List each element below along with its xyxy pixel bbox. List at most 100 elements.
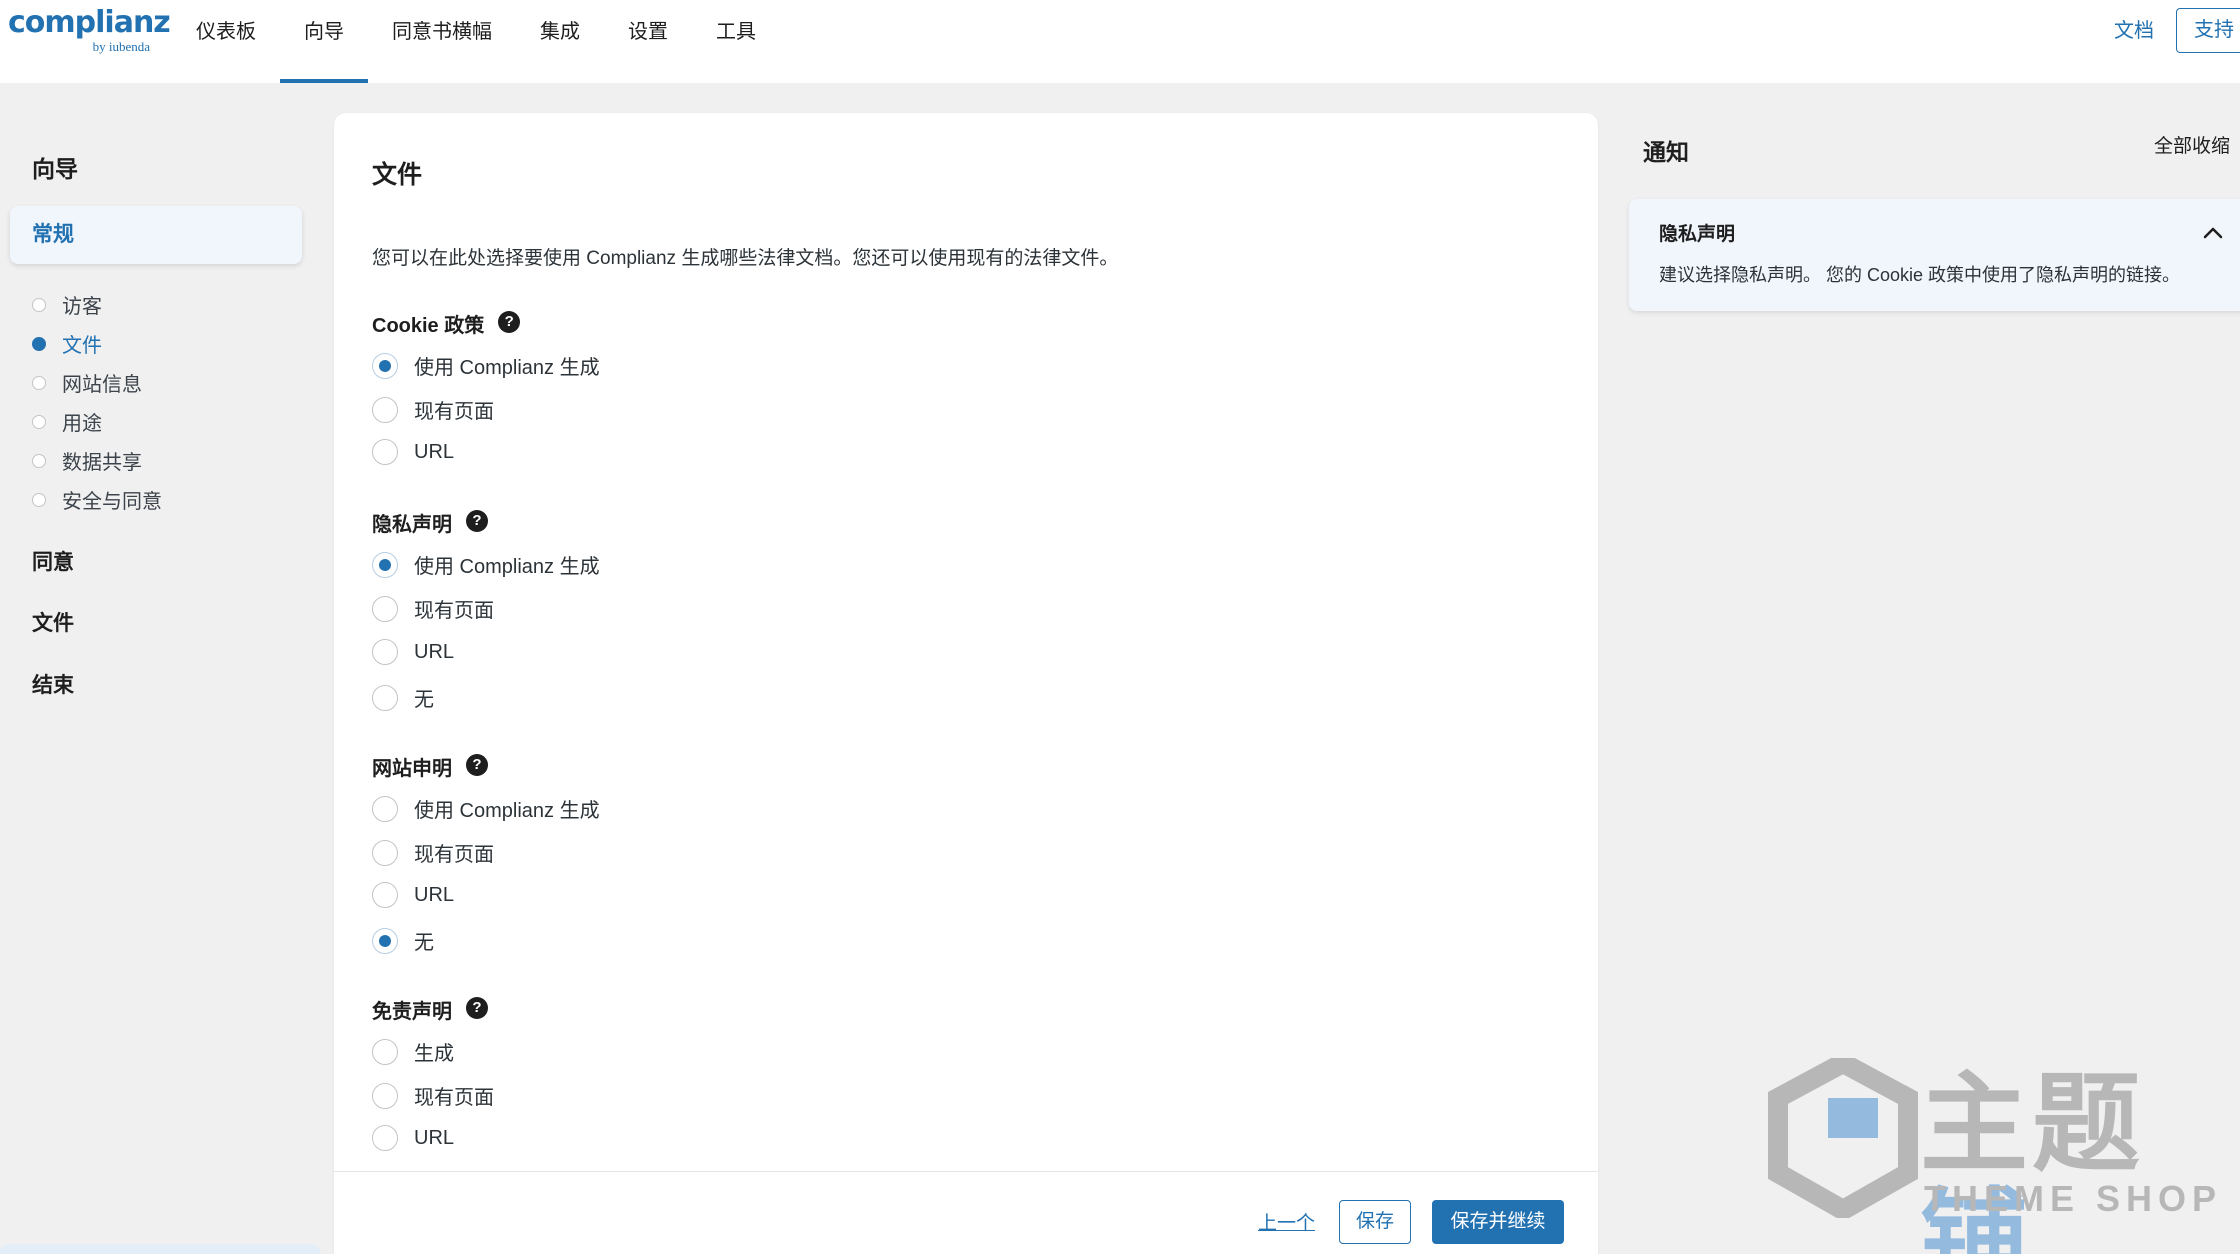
- radio-privacy-url[interactable]: URL: [372, 639, 454, 665]
- card-title: 文件: [372, 161, 423, 189]
- chevron-up-icon[interactable]: [2201, 221, 2225, 245]
- logo-subtext: by iubenda: [92, 39, 150, 54]
- top-bar: complianz by iubenda 仪表板 向导 同意书横幅 集成 设置 …: [0, 0, 2240, 83]
- step-label: 访客: [62, 296, 102, 318]
- notification-title: 隐私声明: [1659, 224, 1736, 245]
- documents-card: 文件 您可以在此处选择要使用 Complianz 生成哪些法律文档。您还可以使用…: [334, 113, 1598, 1254]
- radio-label: 无: [414, 932, 434, 954]
- save-button[interactable]: 保存: [1339, 1200, 1411, 1244]
- step-label: 安全与同意: [62, 491, 162, 513]
- radio-label: 使用 Complianz 生成: [414, 357, 600, 379]
- field-label-text: 隐私声明: [372, 514, 452, 536]
- radio-privacy-generate[interactable]: 使用 Complianz 生成: [372, 550, 600, 579]
- watermark-subtext: THEME SHOP: [1924, 1178, 2223, 1219]
- radio-cookie-existing[interactable]: 现有页面: [372, 395, 494, 424]
- radio-button[interactable]: [372, 551, 398, 578]
- step-dot: [32, 414, 46, 429]
- step-label: 用途: [62, 413, 102, 435]
- sidebar-section-general[interactable]: 常规: [10, 206, 302, 264]
- step-dot: [32, 375, 46, 390]
- watermark-logo-icon: [1768, 1058, 1918, 1218]
- step-dot: [32, 492, 46, 507]
- save-and-continue-button[interactable]: 保存并继续: [1432, 1200, 1564, 1244]
- field-label-cookie-policy: Cookie 政策 ?: [372, 309, 521, 338]
- radio-label: 无: [414, 689, 434, 711]
- notifications-title: 通知: [1643, 139, 1689, 165]
- question-circle-icon[interactable]: ?: [466, 753, 488, 776]
- radio-button[interactable]: [372, 639, 398, 665]
- logo-text: complianz: [8, 5, 171, 40]
- watermark-text: 主题铺: [1920, 1066, 2240, 1254]
- radio-privacy-existing[interactable]: 现有页面: [372, 594, 494, 623]
- step-label: 网站信息: [62, 374, 142, 396]
- field-label-text: 免责声明: [372, 1001, 452, 1023]
- complianz-logo[interactable]: complianz by iubenda: [8, 5, 171, 55]
- step-dot: [32, 297, 46, 312]
- collapse-all-button[interactable]: 全部收缩: [2154, 131, 2230, 158]
- radio-disclaimer-generate[interactable]: 生成: [372, 1037, 454, 1066]
- radio-label: 使用 Complianz 生成: [414, 800, 600, 822]
- sidebar-group-documents[interactable]: 文件: [32, 607, 74, 637]
- radio-button[interactable]: [372, 882, 398, 908]
- field-label-text: 网站申明: [372, 758, 452, 780]
- radio-imprint-existing[interactable]: 现有页面: [372, 838, 494, 867]
- radio-cookie-generate[interactable]: 使用 Complianz 生成: [372, 351, 600, 380]
- radio-imprint-none[interactable]: 无: [372, 926, 434, 955]
- previous-button[interactable]: 上一个: [1258, 1208, 1315, 1235]
- field-label-imprint: 网站申明 ?: [372, 752, 488, 781]
- radio-label: 现有页面: [414, 1087, 494, 1109]
- wizard-steps: 访客 文件 网站信息 用途 数据共享 安全与同意: [32, 285, 162, 519]
- radio-button[interactable]: [372, 352, 398, 379]
- radio-button[interactable]: [372, 927, 398, 954]
- wizard-title: 向导: [32, 156, 78, 182]
- step-dot-active: [32, 336, 46, 351]
- nav-settings[interactable]: 设置: [604, 0, 692, 83]
- radio-disclaimer-existing[interactable]: 现有页面: [372, 1081, 494, 1110]
- sidebar-group-finish[interactable]: 结束: [32, 669, 74, 699]
- nav-integrations[interactable]: 集成: [516, 0, 604, 83]
- step-security-consent[interactable]: 安全与同意: [32, 480, 162, 519]
- radio-label: 生成: [414, 1043, 454, 1065]
- support-button[interactable]: 支持: [2176, 8, 2240, 53]
- card-footer: 上一个 保存 保存并继续: [334, 1171, 1598, 1254]
- radio-imprint-url[interactable]: URL: [372, 882, 454, 908]
- radio-button[interactable]: [372, 1082, 398, 1109]
- main-nav: 仪表板 向导 同意书横幅 集成 设置 工具: [172, 0, 780, 83]
- field-label-text: Cookie 政策: [372, 315, 485, 337]
- nav-tools[interactable]: 工具: [692, 0, 780, 83]
- nav-dashboard[interactable]: 仪表板: [172, 0, 280, 83]
- radio-imprint-generate[interactable]: 使用 Complianz 生成: [372, 794, 600, 823]
- step-website-info[interactable]: 网站信息: [32, 363, 162, 402]
- radio-button[interactable]: [372, 684, 398, 711]
- radio-label: 现有页面: [414, 844, 494, 866]
- nav-wizard[interactable]: 向导: [280, 0, 368, 83]
- radio-button[interactable]: [372, 396, 398, 423]
- step-purpose[interactable]: 用途: [32, 402, 162, 441]
- radio-button[interactable]: [372, 795, 398, 822]
- notification-text: 建议选择隐私声明。 您的 Cookie 政策中使用了隐私声明的链接。: [1659, 265, 2181, 285]
- question-circle-icon[interactable]: ?: [498, 310, 521, 333]
- question-circle-icon[interactable]: ?: [466, 509, 488, 532]
- step-visitors[interactable]: 访客: [32, 285, 162, 324]
- radio-button[interactable]: [372, 1125, 398, 1151]
- radio-cookie-url[interactable]: URL: [372, 439, 454, 465]
- step-data-sharing[interactable]: 数据共享: [32, 441, 162, 480]
- sidebar-group-consent[interactable]: 同意: [32, 546, 74, 576]
- radio-label: URL: [414, 883, 455, 906]
- radio-button[interactable]: [372, 839, 398, 866]
- question-circle-icon[interactable]: ?: [466, 996, 488, 1019]
- radio-button[interactable]: [372, 595, 398, 622]
- nav-consent-banner[interactable]: 同意书横幅: [368, 0, 516, 83]
- documentation-link[interactable]: 文档: [2114, 16, 2154, 46]
- sidebar-bottom-edge: [0, 1244, 320, 1254]
- radio-label: 现有页面: [414, 600, 494, 622]
- radio-button[interactable]: [372, 1038, 398, 1065]
- watermark-text-grey: 主题: [1920, 1063, 2145, 1184]
- step-dot: [32, 453, 46, 468]
- radio-label: URL: [414, 640, 455, 663]
- radio-privacy-none[interactable]: 无: [372, 683, 434, 712]
- card-description: 您可以在此处选择要使用 Complianz 生成哪些法律文档。您还可以使用现有的…: [372, 248, 1119, 269]
- step-documents[interactable]: 文件: [32, 324, 162, 363]
- radio-disclaimer-url[interactable]: URL: [372, 1125, 454, 1151]
- radio-button[interactable]: [372, 439, 398, 465]
